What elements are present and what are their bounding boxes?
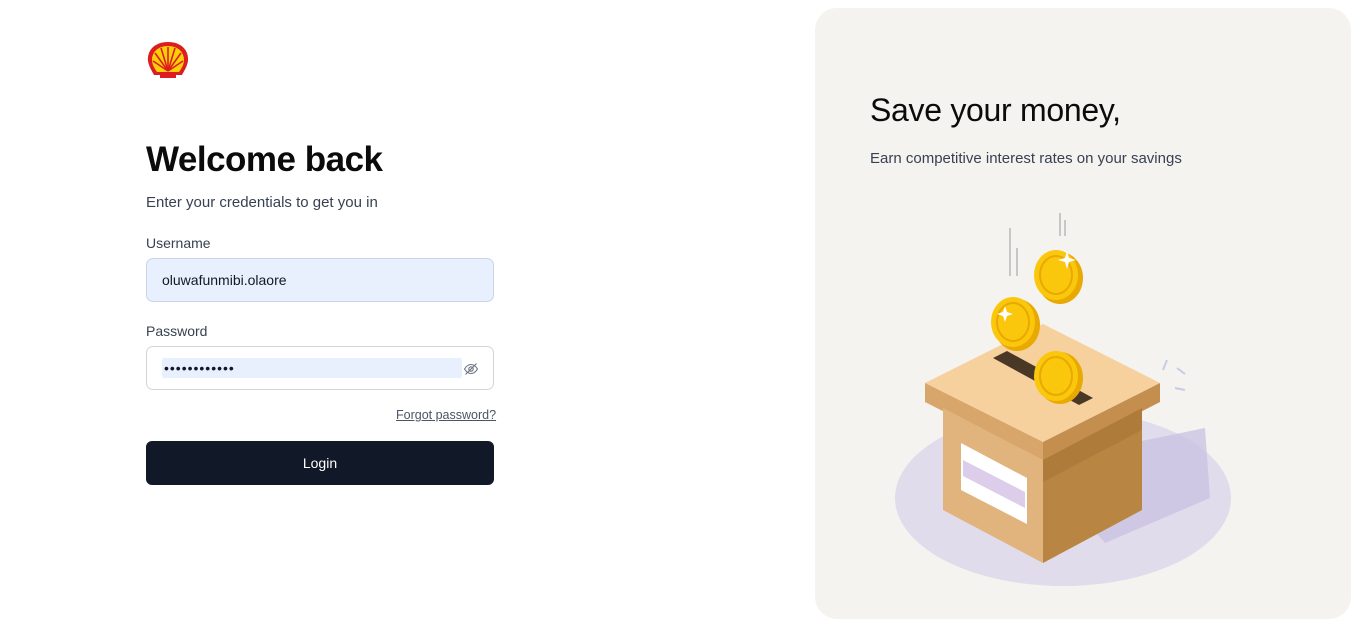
eye-off-icon[interactable] (463, 361, 479, 377)
forgot-password-link[interactable]: Forgot password? (396, 408, 496, 422)
password-label: Password (146, 323, 208, 339)
password-input[interactable]: •••••••••••• (162, 358, 462, 378)
page-subtitle: Enter your credentials to get you in (146, 194, 378, 211)
page-title: Welcome back (146, 140, 383, 179)
username-label: Username (146, 235, 211, 251)
login-button[interactable]: Login (146, 441, 494, 485)
panel-subtitle: Earn competitive interest rates on your … (870, 150, 1182, 167)
coin-savings-box-icon (895, 213, 1231, 586)
username-input[interactable] (146, 258, 494, 302)
shell-logo-icon (147, 42, 189, 78)
panel-title: Save your money, (870, 92, 1121, 128)
promo-panel: Save your money, Earn competitive intere… (815, 8, 1351, 619)
password-field[interactable]: •••••••••••• (146, 346, 494, 390)
